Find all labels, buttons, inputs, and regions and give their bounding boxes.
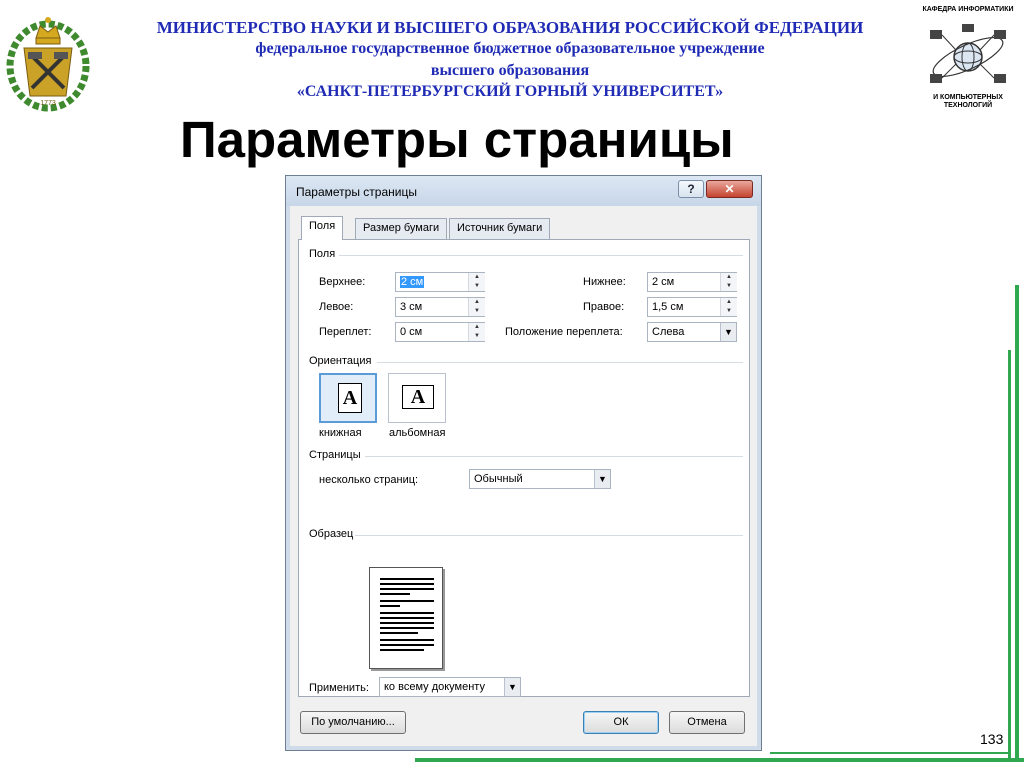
right-margin-field[interactable]: 1,5 см ▲ ▼	[647, 297, 737, 317]
spin-up-icon[interactable]: ▲	[469, 323, 485, 332]
dialog-titlebar[interactable]: Параметры страницы ? ✕	[286, 176, 761, 206]
landscape-option[interactable]: A	[388, 373, 446, 423]
apply-to-select[interactable]: ко всему документу ▼	[379, 677, 521, 697]
spin-up-icon[interactable]: ▲	[721, 273, 737, 282]
institution-type: федеральное государственное бюджетное об…	[255, 40, 765, 57]
gutter-field[interactable]: 0 см ▲ ▼	[395, 322, 485, 342]
group-divider	[377, 362, 743, 363]
gutter-position-select[interactable]: Слева ▼	[647, 322, 737, 342]
spin-up-icon[interactable]: ▲	[721, 298, 737, 307]
education-level: высшего образования	[430, 62, 590, 79]
orientation-group-label: Ориентация	[309, 355, 372, 367]
network-globe-icon	[930, 24, 1006, 83]
multiple-pages-select[interactable]: Обычный ▼	[469, 469, 611, 489]
dropdown-arrow-icon[interactable]: ▼	[594, 470, 610, 488]
group-divider	[365, 456, 743, 457]
department-name-top: КАФЕДРА ИНФОРМАТИКИ	[922, 6, 1014, 13]
emblem-year: 1773	[40, 100, 56, 107]
preview-group-label: Образец	[309, 528, 354, 540]
close-button[interactable]: ✕	[706, 180, 753, 198]
preview-text-line	[380, 632, 418, 634]
bottom-margin-label: Нижнее:	[583, 276, 626, 288]
page-setup-dialog: Параметры страницы ? ✕ Поля Размер бумаг…	[285, 175, 762, 751]
top-margin-value: 2 см	[400, 276, 425, 288]
ministry-title: МИНИСТЕРСТВО НАУКИ И ВЫСШЕГО ОБРАЗОВАНИЯ…	[156, 18, 864, 37]
portrait-page-icon: A	[338, 383, 362, 413]
tab-margins[interactable]: Поля	[301, 216, 344, 240]
frame-line	[770, 752, 1010, 754]
page-preview	[369, 567, 443, 669]
bottom-margin-field[interactable]: 2 см ▲ ▼	[647, 272, 737, 292]
dialog-title: Параметры страницы	[296, 185, 417, 199]
preview-text-line	[380, 588, 434, 590]
dropdown-arrow-icon[interactable]: ▼	[720, 323, 736, 341]
left-margin-field[interactable]: 3 см ▲ ▼	[395, 297, 485, 317]
preview-text-line	[380, 644, 434, 646]
department-name-bottom: И КОМПЬЮТЕРНЫХ ТЕХНОЛОГИЙ	[933, 94, 1003, 109]
cancel-button[interactable]: Отмена	[669, 711, 745, 734]
portrait-option[interactable]: A	[319, 373, 377, 423]
frame-line	[415, 758, 1024, 762]
preview-text-line	[380, 649, 424, 651]
preview-text-line	[380, 622, 434, 624]
landscape-page-icon: A	[402, 385, 434, 409]
portrait-label: книжная	[319, 427, 362, 439]
preview-text-line	[380, 627, 434, 629]
gutter-label: Переплет:	[319, 326, 372, 338]
preview-text-line	[380, 578, 434, 580]
right-margin-label: Правое:	[583, 301, 625, 313]
multiple-pages-label: несколько страниц:	[319, 474, 419, 486]
department-logo: КАФЕДРА ИНФОРМАТИКИ И КОМПЬЮТЕРНЫХ ТЕХНО…	[916, 2, 1020, 114]
top-margin-label: Верхнее:	[319, 276, 366, 288]
landscape-label: альбомная	[389, 427, 446, 439]
bottom-margin-value: 2 см	[652, 276, 675, 288]
frame-line	[1008, 350, 1011, 760]
spin-down-icon[interactable]: ▼	[469, 332, 485, 341]
spin-down-icon[interactable]: ▼	[469, 307, 485, 316]
pages-group-label: Страницы	[309, 449, 361, 461]
preview-text-line	[380, 583, 434, 585]
gutter-value: 0 см	[400, 326, 423, 338]
spin-down-icon[interactable]: ▼	[469, 282, 485, 291]
spin-up-icon[interactable]: ▲	[469, 273, 485, 282]
preview-text-line	[380, 605, 400, 607]
preview-text-line	[380, 617, 434, 619]
gutter-position-label: Положение переплета:	[505, 326, 623, 338]
dropdown-arrow-icon[interactable]: ▼	[504, 678, 520, 696]
set-as-default-button[interactable]: По умолчанию...	[300, 711, 406, 734]
spin-down-icon[interactable]: ▼	[721, 307, 737, 316]
slide-title: Параметры страницы	[180, 111, 734, 168]
preview-text-line	[380, 600, 434, 602]
right-margin-value: 1,5 см	[652, 301, 684, 313]
left-margin-value: 3 см	[400, 301, 423, 313]
preview-text-line	[380, 593, 410, 595]
group-divider	[355, 535, 743, 536]
spin-down-icon[interactable]: ▼	[721, 282, 737, 291]
slide-number: 133	[980, 731, 1004, 747]
preview-text-line	[380, 612, 434, 614]
gutter-position-value: Слева	[652, 326, 685, 338]
apply-to-label: Применить:	[309, 682, 369, 694]
help-button[interactable]: ?	[678, 180, 704, 198]
ok-button[interactable]: ОК	[583, 711, 659, 734]
university-emblem: 1773	[6, 17, 90, 112]
tab-panel-margins: Поля Верхнее: 2 см ▲ ▼ Нижнее: 2 см ▲ ▼ Ле…	[298, 239, 750, 697]
spin-up-icon[interactable]: ▲	[469, 298, 485, 307]
group-divider	[339, 255, 743, 256]
margins-group-label: Поля	[309, 248, 336, 260]
tab-paper-source[interactable]: Источник бумаги	[449, 218, 551, 239]
tab-paper-size[interactable]: Размер бумаги	[355, 218, 448, 239]
dialog-body: Поля Размер бумаги Источник бумаги Поля …	[292, 206, 755, 744]
university-name: «САНКТ-ПЕТЕРБУРГСКИЙ ГОРНЫЙ УНИВЕРСИТЕТ»	[296, 83, 724, 100]
left-margin-label: Левое:	[319, 301, 354, 313]
frame-line	[1015, 285, 1019, 760]
multiple-pages-value: Обычный	[474, 473, 523, 485]
top-margin-field[interactable]: 2 см ▲ ▼	[395, 272, 485, 292]
apply-to-value: ко всему документу	[384, 681, 485, 693]
preview-text-line	[380, 639, 434, 641]
